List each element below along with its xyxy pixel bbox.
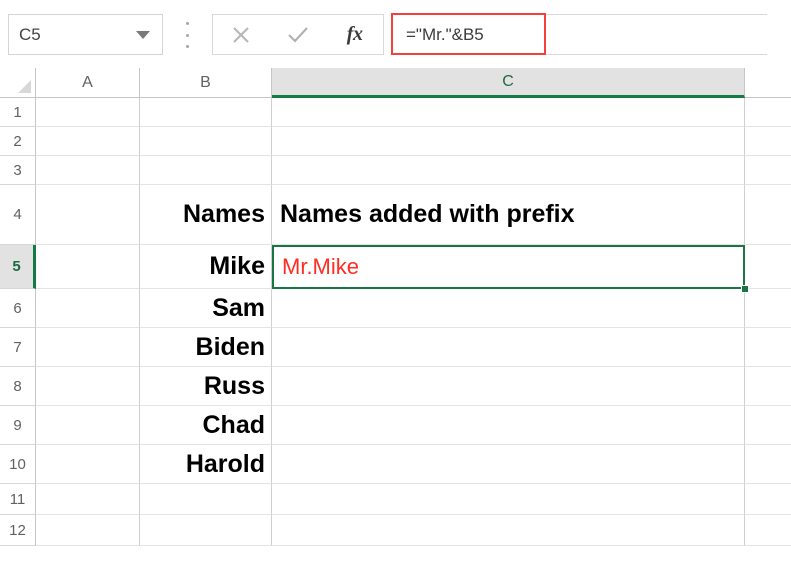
cell-c4[interactable]: Names added with prefix [272, 185, 745, 245]
select-all-triangle-icon [18, 80, 31, 93]
cell-d2[interactable] [745, 127, 791, 156]
cell-b11[interactable] [140, 484, 272, 515]
cell-b1[interactable] [140, 98, 272, 127]
active-cell-c5[interactable]: Mr.Mike [272, 245, 745, 289]
cell-b12[interactable] [140, 515, 272, 546]
cell-a5[interactable] [36, 245, 140, 289]
cell-d9[interactable] [745, 406, 791, 445]
cell-a6[interactable] [36, 289, 140, 328]
cell-c11[interactable] [272, 484, 745, 515]
insert-function-icon[interactable]: fx [333, 15, 377, 54]
cell-a3[interactable] [36, 156, 140, 185]
cell-c3[interactable] [272, 156, 745, 185]
name-box[interactable]: C5 [8, 14, 163, 55]
row-header-6[interactable]: 6 [0, 289, 36, 328]
row-header-3[interactable]: 3 [0, 156, 36, 185]
cell-d5[interactable] [745, 245, 791, 289]
fx-label: fx [347, 23, 363, 46]
cell-b8[interactable]: Russ [140, 367, 272, 406]
cell-b2[interactable] [140, 127, 272, 156]
cell-d6[interactable] [745, 289, 791, 328]
cell-a9[interactable] [36, 406, 140, 445]
cell-d10[interactable] [745, 445, 791, 484]
cell-b10-text: Harold [186, 452, 265, 477]
column-header-row: A B C [0, 68, 791, 98]
cell-c7[interactable] [272, 328, 745, 367]
cell-c10[interactable] [272, 445, 745, 484]
fill-handle[interactable] [741, 285, 749, 293]
cell-d3[interactable] [745, 156, 791, 185]
chevron-down-icon[interactable] [136, 31, 150, 39]
cell-b4[interactable]: Names [140, 185, 272, 245]
row-header-8[interactable]: 8 [0, 367, 36, 406]
cell-c2[interactable] [272, 127, 745, 156]
cell-c8[interactable] [272, 367, 745, 406]
cell-c4-text: Names added with prefix [280, 202, 575, 227]
cell-b6-text: Sam [212, 296, 265, 321]
row-header-4[interactable]: 4 [0, 185, 36, 245]
cell-a2[interactable] [36, 127, 140, 156]
row-header-2[interactable]: 2 [0, 127, 36, 156]
kebab-dot [186, 34, 189, 37]
cell-a10[interactable] [36, 445, 140, 484]
kebab-dot [186, 22, 189, 25]
formula-input[interactable]: ="Mr."&B5 [392, 14, 767, 55]
select-all-corner[interactable] [0, 68, 36, 98]
kebab-dot [186, 45, 189, 48]
cell-b7[interactable]: Biden [140, 328, 272, 367]
row-header-11[interactable]: 11 [0, 484, 36, 515]
cell-b9[interactable]: Chad [140, 406, 272, 445]
cell-d1[interactable] [745, 98, 791, 127]
cell-a12[interactable] [36, 515, 140, 546]
cell-b9-text: Chad [203, 413, 266, 438]
column-header-a[interactable]: A [36, 68, 140, 98]
spreadsheet-grid: A B C 1 2 3 4 5 6 7 8 9 10 11 12 [0, 68, 791, 569]
cell-b10[interactable]: Harold [140, 445, 272, 484]
formula-input-value: ="Mr."&B5 [392, 26, 484, 43]
cell-d4[interactable] [745, 185, 791, 245]
cell-d7[interactable] [745, 328, 791, 367]
row-header-5[interactable]: 5 [0, 245, 36, 289]
cell-b5[interactable]: Mike [140, 245, 272, 289]
cell-c6[interactable] [272, 289, 745, 328]
cell-b8-text: Russ [204, 374, 265, 399]
cell-d8[interactable] [745, 367, 791, 406]
row-header-10[interactable]: 10 [0, 445, 36, 484]
cancel-x-icon[interactable] [219, 15, 263, 54]
cell-a1[interactable] [36, 98, 140, 127]
cell-b3[interactable] [140, 156, 272, 185]
row-header-9[interactable]: 9 [0, 406, 36, 445]
cell-c1[interactable] [272, 98, 745, 127]
row-header-12[interactable]: 12 [0, 515, 36, 546]
cell-a11[interactable] [36, 484, 140, 515]
formula-bar-strip: C5 fx ="Mr."&B5 [0, 0, 791, 68]
cell-b5-text: Mike [209, 254, 265, 279]
cell-b7-text: Biden [196, 335, 265, 360]
column-header-b[interactable]: B [140, 68, 272, 98]
cell-b6[interactable]: Sam [140, 289, 272, 328]
row-header-7[interactable]: 7 [0, 328, 36, 367]
cell-d12[interactable] [745, 515, 791, 546]
cell-a4[interactable] [36, 185, 140, 245]
row-header-1[interactable]: 1 [0, 98, 36, 127]
cell-c9[interactable] [272, 406, 745, 445]
cell-b4-text: Names [183, 202, 265, 227]
formula-command-group: fx [212, 14, 384, 55]
column-header-c[interactable]: C [272, 68, 745, 98]
confirm-check-icon[interactable] [276, 15, 320, 54]
more-options-icon[interactable] [182, 22, 192, 48]
cell-a8[interactable] [36, 367, 140, 406]
column-header-d[interactable] [745, 68, 791, 98]
cell-a7[interactable] [36, 328, 140, 367]
active-cell-value: Mr.Mike [282, 256, 359, 278]
name-box-value: C5 [19, 26, 136, 43]
cell-d11[interactable] [745, 484, 791, 515]
cell-c12[interactable] [272, 515, 745, 546]
